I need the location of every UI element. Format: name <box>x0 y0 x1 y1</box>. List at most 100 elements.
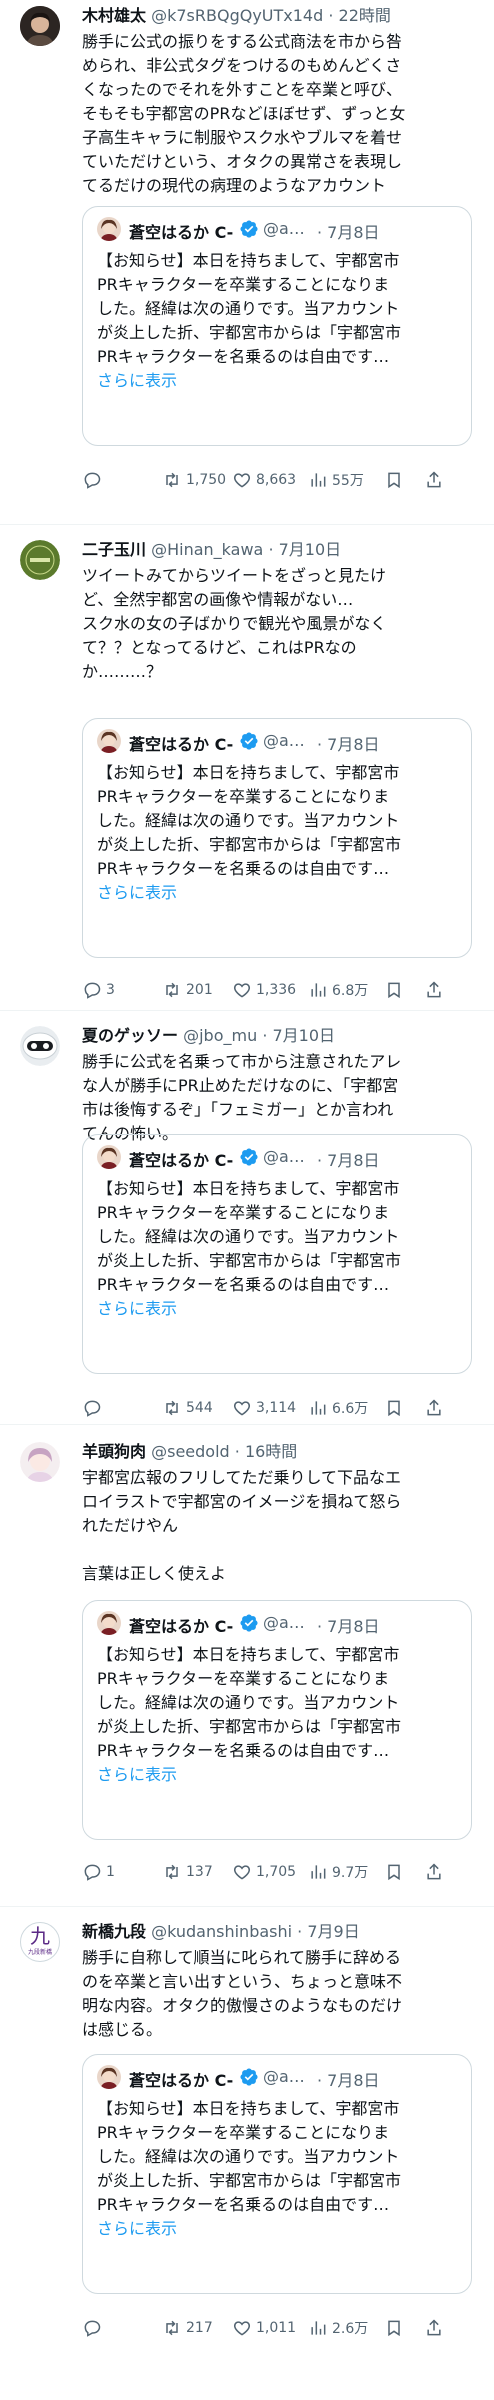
avatar[interactable] <box>20 1026 60 1066</box>
avatar[interactable] <box>20 540 60 580</box>
like-button[interactable]: 3,114 <box>232 1396 296 1420</box>
retweet-count: 137 <box>186 1864 213 1880</box>
text-line: か………？ <box>82 662 163 681</box>
tweet-4[interactable]: 羊頭狗肉 @seedold · 16時間 宇都宮広報のフリしてただ乗りして下品な… <box>0 1440 494 1910</box>
show-more-link[interactable]: さらに表示 <box>97 881 459 905</box>
retweet-button[interactable]: 137 <box>162 1860 213 1884</box>
display-name[interactable]: 二子玉川 <box>82 540 146 559</box>
quote-text: 【お知らせ】本日を持ちまして、宇都宮市 PRキャラクターを卒業することになりま … <box>97 249 459 393</box>
text-line: した。経緯は次の通りです。当アカウント <box>97 811 400 830</box>
analytics-icon <box>308 980 328 1000</box>
handle-and-time[interactable]: @k7sRBQgQyUTx14d · 22時間 <box>151 6 391 25</box>
like-button[interactable]: 1,336 <box>232 978 296 1002</box>
bookmark-button[interactable] <box>384 1860 404 1884</box>
views-button[interactable]: 9.7万 <box>308 1860 368 1884</box>
text-line: 子高生キャラに制服やスク水やブルマを着せ <box>82 128 403 147</box>
views-button[interactable]: 55万 <box>308 468 364 492</box>
like-button[interactable]: 8,663 <box>232 468 296 492</box>
quoted-tweet[interactable]: 蒼空はるか C-1… @a… · 7月8日 【お知らせ】本日を持ちまして、宇都宮… <box>82 206 472 446</box>
views-count: 55万 <box>332 473 364 489</box>
text-line: PRキャラクターを卒業することになりま <box>97 787 390 806</box>
quote-display-name: 蒼空はるか C-1… <box>129 735 234 754</box>
quote-display-name: 蒼空はるか C-1… <box>129 1617 234 1636</box>
display-name[interactable]: 夏のゲッソー <box>82 1026 178 1045</box>
tweet-header: 二子玉川 @Hinan_kawa · 7月10日 <box>82 540 472 562</box>
analytics-icon <box>308 1398 328 1418</box>
reply-button[interactable] <box>82 2316 106 2340</box>
reply-button[interactable] <box>82 1396 106 1420</box>
divider <box>0 1424 494 1425</box>
avatar[interactable] <box>20 6 60 46</box>
tweet-text: 宇都宮広報のフリしてただ乗りして下品なエ ロイラストで宇都宮のイメージを損ねて怒… <box>82 1466 472 1586</box>
quote-date: · 7月8日 <box>317 1617 380 1636</box>
quote-avatar <box>97 217 121 241</box>
share-button[interactable] <box>424 468 444 492</box>
quote-avatar <box>97 1145 121 1169</box>
quoted-tweet[interactable]: 蒼空はるか C-1… @a… · 7月8日 【お知らせ】本日を持ちまして、宇都宮… <box>82 2054 472 2294</box>
bookmark-button[interactable] <box>384 2316 404 2340</box>
retweet-button[interactable]: 544 <box>162 1396 213 1420</box>
retweet-button[interactable]: 201 <box>162 978 213 1002</box>
text-line: ロイラストで宇都宮のイメージを損ねて怒ら <box>82 1492 402 1511</box>
show-more-link[interactable]: さらに表示 <box>97 2217 459 2241</box>
text-line: が炎上した折、宇都宮市からは「宇都宮市 <box>97 2171 402 2190</box>
verified-badge-icon <box>239 2067 259 2087</box>
share-button[interactable] <box>424 1860 444 1884</box>
avatar[interactable] <box>20 1442 60 1482</box>
quote-date: · 7月8日 <box>317 223 380 242</box>
reply-button[interactable]: 3 <box>82 978 115 1002</box>
handle-and-time[interactable]: @seedold · 16時間 <box>151 1442 297 1461</box>
reply-count: 1 <box>106 1864 115 1880</box>
heart-icon <box>232 2318 252 2338</box>
handle-and-time[interactable]: @Hinan_kawa · 7月10日 <box>151 540 341 559</box>
quoted-tweet[interactable]: 蒼空はるか C-1… @a… · 7月8日 【お知らせ】本日を持ちまして、宇都宮… <box>82 1600 472 1840</box>
quoted-tweet[interactable]: 蒼空はるか C-1… @a… · 7月8日 【お知らせ】本日を持ちまして、宇都宮… <box>82 1134 472 1374</box>
views-button[interactable]: 6.6万 <box>308 1396 368 1420</box>
views-button[interactable]: 6.8万 <box>308 978 368 1002</box>
bookmark-button[interactable] <box>384 468 404 492</box>
verified-badge-icon <box>239 731 259 751</box>
tweet-1[interactable]: 木村雄太 @k7sRBQgQyUTx14d · 22時間 勝手に公式の振りをする… <box>0 0 494 512</box>
text-line: PRキャラクターを卒業することになりま <box>97 275 390 294</box>
retweet-icon <box>162 1862 182 1882</box>
quote-display-name: 蒼空はるか C-1… <box>129 1151 234 1170</box>
share-button[interactable] <box>424 1396 444 1420</box>
tweet-3[interactable]: 夏のゲッソー @jbo_mu · 7月10日 勝手に公式を名乗って市から注意され… <box>0 1024 494 1444</box>
display-name[interactable]: 新橋九段 <box>82 1922 146 1941</box>
share-button[interactable] <box>424 978 444 1002</box>
reply-button[interactable] <box>82 468 106 492</box>
display-name[interactable]: 羊頭狗肉 <box>82 1442 146 1461</box>
bookmark-button[interactable] <box>384 978 404 1002</box>
show-more-link[interactable]: さらに表示 <box>97 1297 459 1321</box>
tweet-5[interactable]: 九 九段新橋 新橋九段 @kudanshinbashi · 7月9日 勝手に自称… <box>0 1920 494 2400</box>
text-line: PRキャラクターを名乗るのは自由です… <box>97 1741 390 1760</box>
text-line: れただけやん <box>82 1516 179 1535</box>
reply-icon <box>82 1862 102 1882</box>
bookmark-button[interactable] <box>384 1396 404 1420</box>
like-button[interactable]: 1,011 <box>232 2316 296 2340</box>
avatar[interactable]: 九 九段新橋 <box>20 1922 60 1962</box>
show-more-link[interactable]: さらに表示 <box>97 1763 459 1787</box>
show-more-link[interactable]: さらに表示 <box>97 369 459 393</box>
heart-icon <box>232 1862 252 1882</box>
views-button[interactable]: 2.6万 <box>308 2316 368 2340</box>
handle-and-time[interactable]: @jbo_mu · 7月10日 <box>183 1026 335 1045</box>
tweet-header: 新橋九段 @kudanshinbashi · 7月9日 <box>82 1922 472 1944</box>
share-button[interactable] <box>424 2316 444 2340</box>
retweet-button[interactable]: 217 <box>162 2316 213 2340</box>
views-count: 6.8万 <box>332 983 369 999</box>
share-icon <box>424 2318 444 2338</box>
bookmark-icon <box>384 2318 404 2338</box>
action-bar: 217 1,011 2.6万 <box>82 2316 472 2340</box>
tweet-text: 勝手に自称して順当に叱られて勝手に辞める のを卒業と言い出すという、ちょっと意味… <box>82 1946 472 2042</box>
retweet-button[interactable]: 1,750 <box>162 468 226 492</box>
text-line: PRキャラクターを卒業することになりま <box>97 1669 390 1688</box>
reply-button[interactable]: 1 <box>82 1860 115 1884</box>
like-button[interactable]: 1,705 <box>232 1860 296 1884</box>
tweet-2[interactable]: 二子玉川 @Hinan_kawa · 7月10日 ツイートみてからツイートをざっ… <box>0 538 494 1038</box>
handle-and-time[interactable]: @kudanshinbashi · 7月9日 <box>151 1922 360 1941</box>
like-count: 1,705 <box>256 1864 297 1880</box>
quoted-tweet[interactable]: 蒼空はるか C-1… @a… · 7月8日 【お知らせ】本日を持ちまして、宇都宮… <box>82 718 472 958</box>
display-name[interactable]: 木村雄太 <box>82 6 146 25</box>
text-line: ていただけという、オタクの異常さを表現し <box>82 152 403 171</box>
